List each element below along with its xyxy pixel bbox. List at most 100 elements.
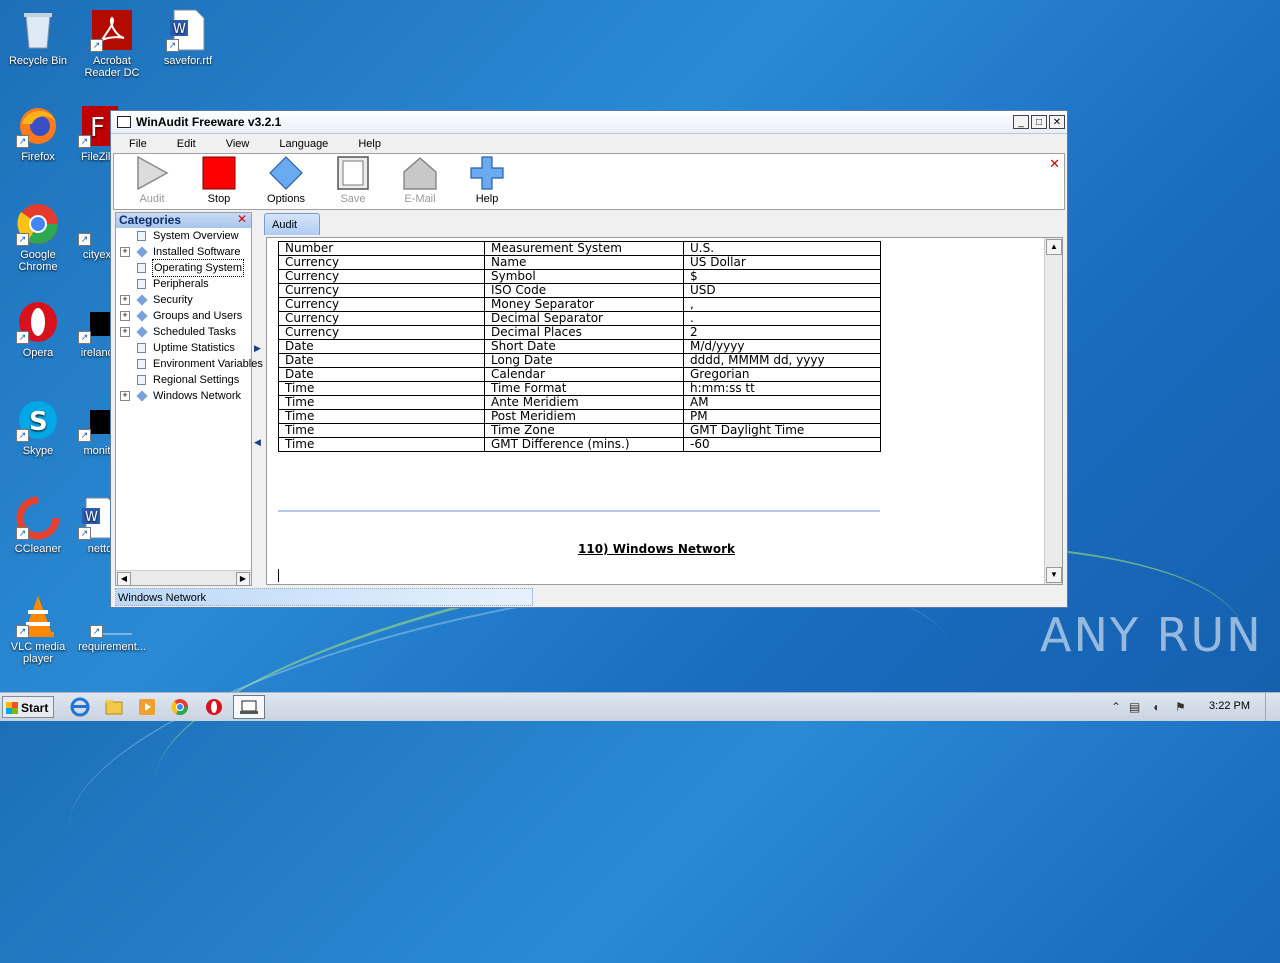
- category-item[interactable]: Operating System: [116, 259, 251, 277]
- show-desktop-button[interactable]: [1265, 693, 1280, 721]
- diamond-icon: [136, 326, 148, 338]
- desktop-icon-label: Recycle Bin: [8, 55, 68, 67]
- table-row: Currency Decimal Places 2: [278, 325, 881, 340]
- category-label: Windows Network: [153, 390, 242, 402]
- winaudit-window: WinAudit Freeware v3.2.1 _ □ ✕ File Edit…: [110, 110, 1068, 608]
- ie-icon[interactable]: [70, 697, 90, 717]
- options-button[interactable]: Options: [256, 156, 316, 205]
- start-button[interactable]: Start: [2, 696, 54, 718]
- taskbar: Start ⌃ ▤ ◖ ⚑ 3:22 PM: [0, 692, 1280, 721]
- category-item[interactable]: + Scheduled Tasks: [116, 324, 251, 340]
- svg-text:W: W: [173, 22, 186, 37]
- category-item[interactable]: + Security: [116, 292, 251, 308]
- splitter-right-arrow-icon[interactable]: ▶: [254, 343, 261, 354]
- scroll-down-icon[interactable]: ▼: [1046, 567, 1062, 583]
- network-icon[interactable]: ▤: [1129, 700, 1140, 714]
- value-cell: .: [683, 311, 881, 326]
- category-item[interactable]: Regional Settings: [116, 372, 251, 388]
- desktop-icon[interactable]: W ↗ savefor.rtf: [150, 8, 226, 67]
- panel-splitter[interactable]: ▶ ◀: [254, 341, 262, 451]
- expand-icon[interactable]: +: [120, 247, 130, 257]
- diamond-icon: [136, 294, 148, 306]
- desktop-icon-label: requirement...: [78, 641, 146, 653]
- save-button[interactable]: Save: [323, 156, 383, 205]
- opera-icon[interactable]: [204, 697, 224, 717]
- help-button[interactable]: Help: [457, 156, 517, 205]
- vlc-icon: ↗: [16, 594, 60, 638]
- menu-help[interactable]: Help: [358, 138, 381, 150]
- section-separator: [278, 510, 880, 512]
- report-vscrollbar[interactable]: ▲ ▼: [1044, 238, 1062, 584]
- toolbar-close-icon[interactable]: ✕: [1049, 156, 1060, 172]
- svg-text:F: F: [90, 113, 105, 143]
- property-cell: ISO Code: [484, 283, 684, 298]
- menu-view[interactable]: View: [226, 138, 250, 150]
- chrome-icon[interactable]: [170, 697, 190, 717]
- section-title[interactable]: 110) Windows Network: [578, 542, 735, 556]
- item-cell: Time: [278, 409, 485, 424]
- close-button[interactable]: ✕: [1049, 115, 1065, 129]
- scroll-left-icon[interactable]: ◀: [117, 572, 131, 586]
- status-bar: Windows Network: [115, 588, 533, 606]
- audit-report: Number Measurement System U.S. Currency Name…: [266, 237, 1063, 585]
- volume-icon[interactable]: ◖: [1152, 700, 1159, 714]
- stop-button[interactable]: Stop: [189, 156, 249, 205]
- category-item[interactable]: Environment Variables: [116, 356, 263, 372]
- property-cell: Decimal Places: [484, 325, 684, 340]
- shortcut-arrow-icon: ↗: [78, 527, 91, 540]
- categories-title: Categories: [119, 213, 182, 227]
- shortcut-arrow-icon: ↗: [78, 135, 91, 148]
- categories-hscrollbar[interactable]: ◀ ▶: [116, 570, 251, 586]
- document-icon: [137, 375, 146, 385]
- property-cell: Symbol: [484, 269, 684, 284]
- shortcut-arrow-icon: ↗: [16, 331, 29, 344]
- tray-expand-icon[interactable]: ⌃: [1111, 700, 1121, 714]
- shortcut-arrow-icon: ↗: [16, 429, 29, 442]
- minimize-button[interactable]: _: [1013, 115, 1029, 129]
- menu-language[interactable]: Language: [279, 138, 328, 150]
- clock[interactable]: 3:22 PM: [1209, 700, 1250, 712]
- explorer-icon[interactable]: [104, 697, 124, 717]
- flag-icon[interactable]: ⚑: [1175, 700, 1186, 714]
- desktop-icon[interactable]: Recycle Bin: [0, 8, 76, 67]
- property-cell: Time Zone: [484, 423, 684, 438]
- desktop-icon[interactable]: ↗ VLC media player: [0, 594, 76, 665]
- shortcut-arrow-icon: ↗: [78, 429, 91, 442]
- shortcut-arrow-icon: ↗: [16, 527, 29, 540]
- media-player-icon[interactable]: [137, 697, 157, 717]
- windows-logo-icon: [6, 702, 18, 714]
- audit-button[interactable]: Audit: [122, 155, 182, 205]
- expand-icon[interactable]: +: [120, 391, 130, 401]
- scroll-right-icon[interactable]: ▶: [236, 572, 250, 586]
- maximize-button[interactable]: □: [1031, 115, 1047, 129]
- desktop-icon[interactable]: ↗ Acrobat Reader DC: [74, 8, 150, 79]
- menu-edit[interactable]: Edit: [177, 138, 196, 150]
- item-cell: Currency: [278, 269, 485, 284]
- category-item[interactable]: + Windows Network: [116, 388, 251, 404]
- ccleaner-icon: ↗: [16, 496, 60, 540]
- category-item[interactable]: System Overview: [116, 228, 251, 244]
- email-button[interactable]: E-Mail: [390, 156, 450, 205]
- title-bar[interactable]: WinAudit Freeware v3.2.1 _ □ ✕: [111, 111, 1067, 134]
- firefox-icon: ↗: [16, 104, 60, 148]
- tab-audit[interactable]: Audit: [264, 213, 320, 235]
- splitter-left-arrow-icon[interactable]: ◀: [254, 437, 261, 448]
- category-item[interactable]: Peripherals: [116, 276, 251, 292]
- expand-icon[interactable]: +: [120, 295, 130, 305]
- opera-icon: ↗: [16, 300, 60, 344]
- diamond-icon: [136, 310, 148, 322]
- scroll-up-icon[interactable]: ▲: [1046, 239, 1062, 255]
- table-row: Date Long Date dddd, MMMM dd, yyyy: [278, 353, 881, 368]
- table-row: Date Short Date M/d/yyyy: [278, 339, 881, 354]
- menu-file[interactable]: File: [129, 138, 147, 150]
- category-item[interactable]: Uptime Statistics: [116, 340, 251, 356]
- categories-close-icon[interactable]: ✕: [237, 212, 247, 227]
- property-cell: Time Format: [484, 381, 684, 396]
- diamond-icon: [136, 390, 148, 402]
- category-item[interactable]: + Groups and Users: [116, 308, 251, 324]
- expand-icon[interactable]: +: [120, 311, 130, 321]
- expand-icon[interactable]: +: [120, 327, 130, 337]
- recycle-bin-icon: [16, 8, 60, 52]
- taskbar-winaudit-button[interactable]: [233, 695, 265, 719]
- category-item[interactable]: + Installed Software: [116, 244, 251, 260]
